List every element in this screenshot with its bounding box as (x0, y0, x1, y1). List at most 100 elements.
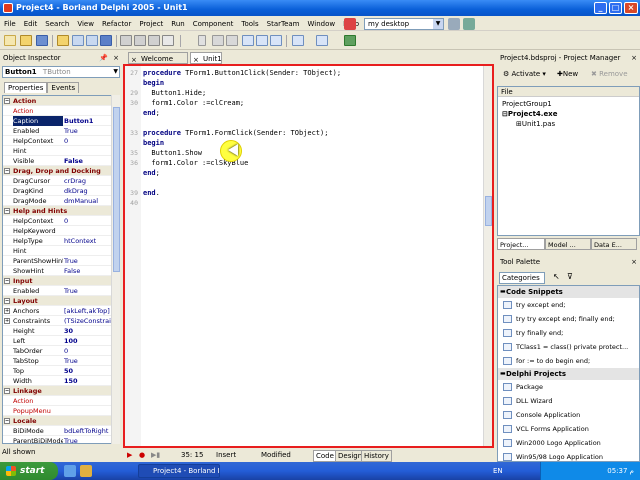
menu-tools[interactable]: Tools (237, 17, 262, 31)
property-category[interactable]: − Linkage (3, 386, 119, 396)
code-line[interactable]: begin (125, 78, 475, 88)
collapse-icon[interactable]: − (4, 278, 10, 284)
property-row[interactable]: DragMode dmManual (3, 196, 119, 206)
palette-item[interactable]: try finally end; (498, 326, 639, 340)
step-over-icon[interactable] (256, 35, 268, 46)
palette-item[interactable]: VCL Forms Application (498, 422, 639, 436)
start-button[interactable]: start (0, 462, 58, 480)
palette-item[interactable]: Win95/98 Logo Application (498, 450, 639, 461)
property-row[interactable]: Hint (3, 246, 119, 256)
property-row[interactable]: Height 30 (3, 326, 119, 336)
tab-history[interactable]: History (361, 450, 392, 462)
menu-run[interactable]: Run (167, 17, 188, 31)
collapse-icon[interactable]: − (4, 298, 10, 304)
remove-button[interactable]: ✖ Remove (591, 70, 628, 78)
property-row[interactable]: Caption Button1 (3, 116, 119, 126)
language-indicator[interactable]: EN (493, 462, 503, 480)
property-category[interactable]: − Layout (3, 296, 119, 306)
code-line[interactable]: 35 Button1.Show (125, 148, 475, 158)
new-form-icon[interactable] (162, 35, 174, 46)
code-line[interactable] (125, 118, 475, 128)
tab-welcome-page[interactable]: ×Welcome Page (128, 52, 188, 75)
menu-search[interactable]: Search (41, 17, 73, 31)
tab-model[interactable]: Model ... (545, 238, 591, 250)
property-row[interactable]: Width 150 (3, 376, 119, 386)
tab-events[interactable]: Events (47, 82, 80, 93)
unit-pas-item[interactable]: ⊞ Unit1.pas (516, 119, 555, 129)
chevron-down-icon[interactable]: ▼ (113, 67, 118, 77)
property-scrollbar[interactable] (111, 95, 120, 444)
code-line[interactable] (125, 178, 475, 188)
property-row[interactable]: BiDiMode bdLeftToRight (3, 426, 119, 436)
activate-button[interactable]: ⚙ Activate ▾ (503, 70, 546, 78)
tab-properties[interactable]: Properties (4, 82, 48, 93)
code-line[interactable]: end; (125, 168, 475, 178)
save-desktop-icon[interactable] (448, 18, 460, 30)
tab-code[interactable]: Code (313, 450, 337, 462)
code-line[interactable]: 39 end. (125, 188, 475, 198)
code-line[interactable]: 33 procedure TForm1.FormClick(Sender: TOb… (125, 128, 475, 138)
palette-item[interactable]: TClass1 = class() private protect... (498, 340, 639, 354)
property-row[interactable]: HelpContext 0 (3, 136, 119, 146)
pin-icon[interactable]: 📌 (99, 52, 108, 64)
collapse-icon[interactable]: − (4, 168, 10, 174)
property-row[interactable]: Left 100 (3, 336, 119, 346)
property-row[interactable]: + Constraints (TSizeConstrain (3, 316, 119, 326)
chevron-down-icon[interactable]: ▼ (433, 19, 443, 29)
stop-icon[interactable] (226, 35, 238, 46)
palette-item[interactable]: try try except end; finally end; (498, 312, 639, 326)
toggle-form-unit-icon[interactable] (148, 35, 160, 46)
palette-item[interactable]: Win2000 Logo Application (498, 436, 639, 450)
pause-icon[interactable] (212, 35, 224, 46)
taskbar-delphi-button[interactable]: Project4 - Borland Delp... (138, 464, 220, 478)
property-row[interactable]: DragKind dkDrag (3, 186, 119, 196)
menu-component[interactable]: Component (189, 17, 238, 31)
property-row[interactable]: HelpKeyword (3, 226, 119, 236)
save-all-icon[interactable] (100, 35, 112, 46)
palette-item[interactable]: for := to do begin end; (498, 354, 639, 368)
property-row[interactable]: Action (3, 396, 119, 406)
palette-item[interactable]: Package (498, 380, 639, 394)
open-icon[interactable] (20, 35, 32, 46)
scroll-thumb[interactable] (485, 196, 492, 226)
menu-view[interactable]: View (73, 17, 98, 31)
palette-item[interactable]: DLL Wizard (498, 394, 639, 408)
property-row[interactable]: HelpContext 0 (3, 216, 119, 226)
forward-icon[interactable] (316, 35, 328, 46)
collapse-icon[interactable]: − (4, 418, 10, 424)
close-icon[interactable]: × (113, 52, 119, 64)
editor-scrollbar[interactable] (483, 66, 492, 446)
tab-unit1[interactable]: × Unit1 (190, 52, 222, 64)
quicklaunch-icon[interactable] (64, 465, 76, 477)
property-row[interactable]: + Anchors [akLeft,akTop] (3, 306, 119, 316)
property-row[interactable]: ParentBiDiMode True (3, 436, 119, 443)
new-icon[interactable] (4, 35, 16, 46)
desktop-icon[interactable] (344, 18, 356, 30)
property-row[interactable]: DragCursor crDrag (3, 176, 119, 186)
back-icon[interactable] (292, 35, 304, 46)
property-row[interactable]: Enabled True (3, 126, 119, 136)
project-exe-item[interactable]: ⊟ Project4.exe (502, 109, 557, 119)
property-row[interactable]: HelpType htContext (3, 236, 119, 246)
categories-dropdown[interactable]: Categories ▾ (499, 272, 545, 292)
code-line[interactable]: 30 form1.Color :=clCream; (125, 98, 475, 108)
property-row[interactable]: ParentShowHint True (3, 256, 119, 266)
view-form-icon[interactable] (134, 35, 146, 46)
menu-starteam[interactable]: StarTeam (263, 17, 304, 31)
property-row[interactable]: Action (3, 106, 119, 116)
expand-icon[interactable]: + (4, 308, 10, 314)
quicklaunch-icon[interactable] (80, 465, 92, 477)
expand-icon[interactable]: + (4, 318, 10, 324)
menu-edit[interactable]: Edit (20, 17, 42, 31)
filter-icon[interactable]: ⊽ (567, 272, 573, 281)
menu-refactor[interactable]: Refactor (98, 17, 135, 31)
code-line[interactable]: 29 Button1.Hide; (125, 88, 475, 98)
collapse-icon[interactable]: − (4, 388, 10, 394)
property-row[interactable]: Top 50 (3, 366, 119, 376)
minimize-button[interactable]: _ (594, 2, 607, 14)
property-category[interactable]: − Action (3, 96, 119, 106)
palette-item[interactable]: try except end; (498, 298, 639, 312)
collapse-icon[interactable]: − (4, 98, 10, 104)
collapse-icon[interactable]: − (4, 208, 10, 214)
help-book-icon[interactable] (344, 35, 356, 46)
